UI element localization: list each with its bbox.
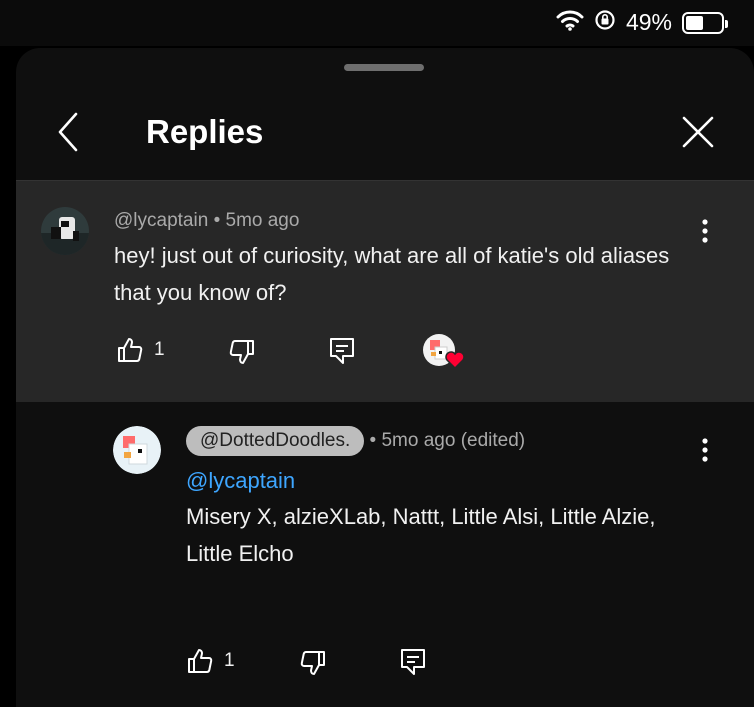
back-icon: [58, 112, 78, 152]
reply-button[interactable]: [328, 336, 356, 366]
like-count: 1: [154, 339, 165, 360]
battery-level: [686, 15, 703, 30]
like-button[interactable]: 1: [116, 336, 165, 364]
mention-link[interactable]: @lycaptain: [186, 462, 295, 499]
reply-icon: [401, 649, 425, 675]
like-count: 1: [224, 650, 235, 671]
creator-author-chip[interactable]: @DottedDoodles.: [186, 426, 365, 456]
rotation-lock-icon: [594, 9, 616, 36]
dislike-button[interactable]: [299, 649, 327, 677]
dislike-button[interactable]: [228, 338, 256, 366]
like-icon: [188, 649, 213, 673]
parent-comment: @lycaptain • 5mo ago hey! just out of cu…: [16, 181, 754, 402]
dislike-icon: [229, 340, 254, 364]
comment-author[interactable]: @lycaptain: [114, 210, 208, 231]
replies-sheet: Replies @lycaptain • 5mo ago hey! just o…: [16, 48, 754, 707]
battery-percent: 49%: [625, 9, 672, 35]
comment-time[interactable]: 5mo ago: [226, 210, 300, 231]
comment-text: Misery X, alzieXLab, Nattt, Little Alsi,…: [186, 504, 656, 566]
avatar[interactable]: [113, 426, 161, 474]
meta-separator: •: [213, 210, 226, 231]
creator-heart-icon: [445, 351, 465, 370]
reply-comment: @DottedDoodles. • 5mo ago (edited) @lyca…: [16, 402, 754, 707]
status-icons: 49%: [556, 9, 728, 36]
more-icon: [702, 438, 708, 462]
sheet-header: Replies: [16, 80, 754, 181]
dislike-icon: [300, 651, 325, 675]
more-icon: [702, 219, 708, 243]
battery-icon: [682, 11, 728, 34]
drag-handle[interactable]: [344, 64, 424, 71]
page-title: Replies: [146, 113, 264, 150]
like-button[interactable]: 1: [186, 647, 235, 675]
meta-separator: •: [369, 430, 382, 451]
comment-meta: @DottedDoodles. • 5mo ago (edited): [186, 426, 525, 456]
like-icon: [118, 338, 143, 362]
back-button[interactable]: [46, 110, 90, 154]
comment-text: hey! just out of curiosity, what are all…: [114, 243, 670, 305]
avatar[interactable]: [41, 207, 89, 255]
more-button[interactable]: [693, 432, 717, 468]
more-button[interactable]: [693, 213, 717, 249]
wifi-icon: [556, 9, 584, 36]
status-bar: 49%: [0, 0, 754, 46]
comment-time[interactable]: 5mo ago (edited): [381, 430, 525, 451]
reply-icon: [330, 338, 354, 364]
close-icon: [682, 116, 714, 148]
close-button[interactable]: [676, 110, 720, 154]
creator-heart: [423, 332, 467, 372]
comment-meta: @lycaptain • 5mo ago: [114, 210, 299, 232]
reply-button[interactable]: [399, 647, 427, 677]
